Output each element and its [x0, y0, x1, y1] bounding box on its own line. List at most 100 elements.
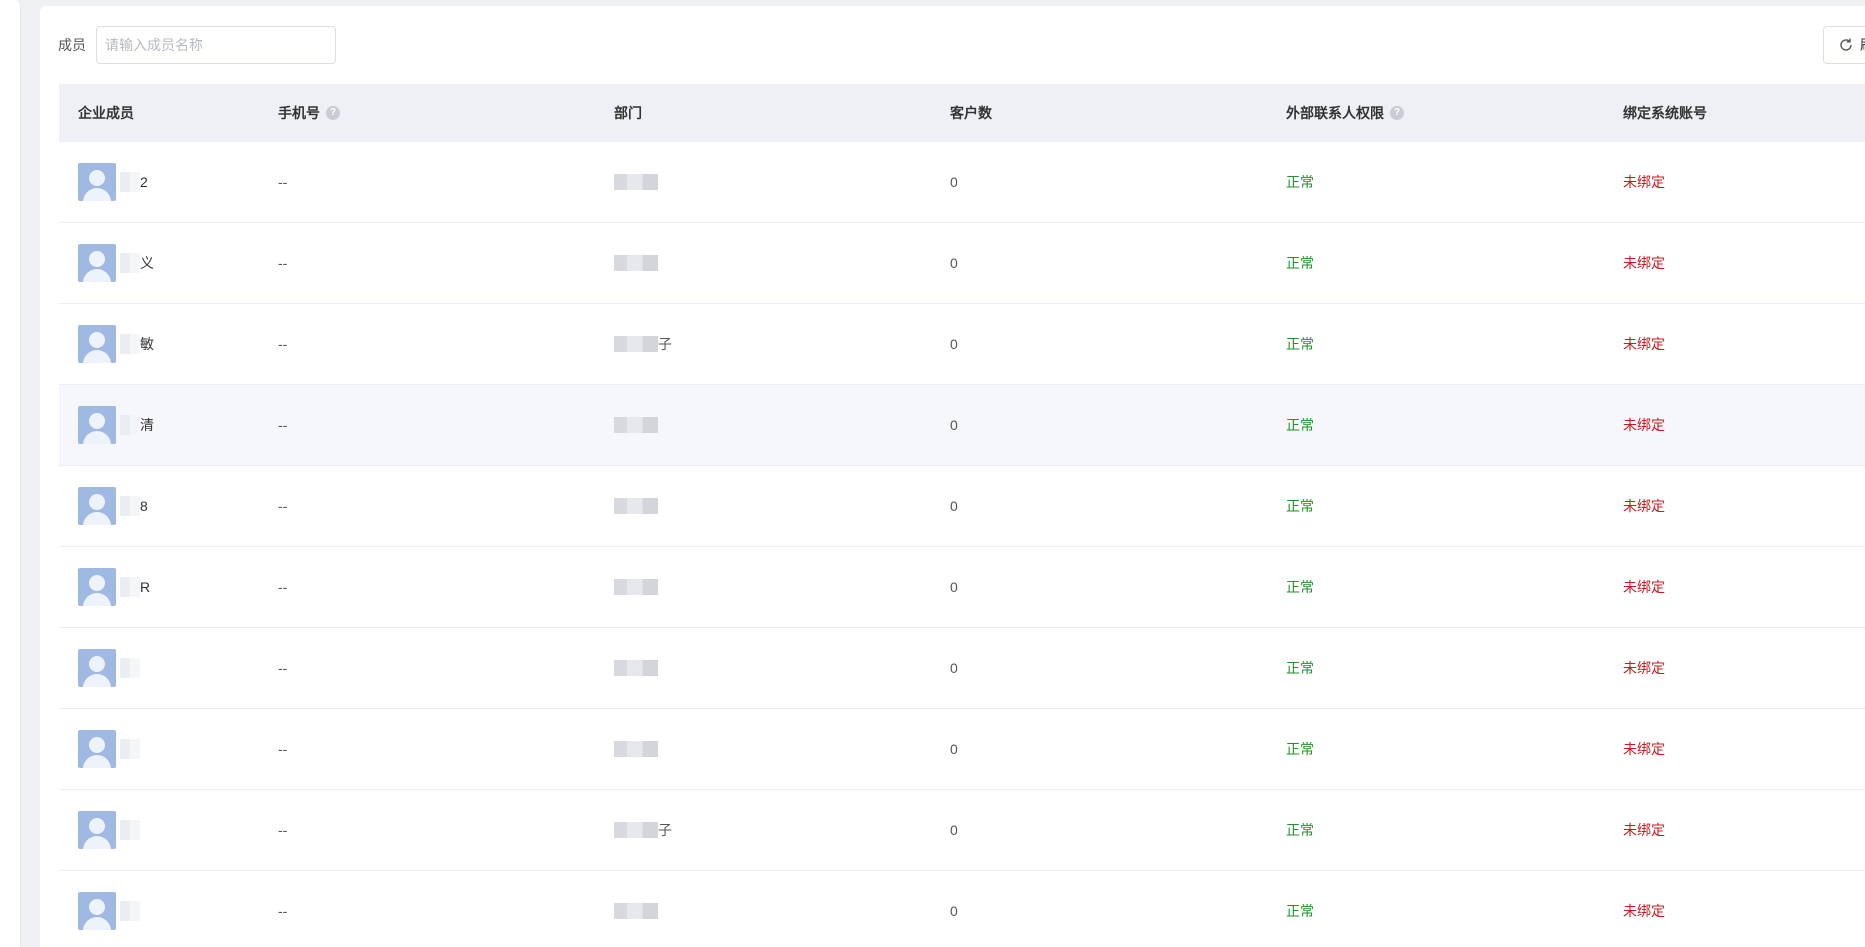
table-row[interactable]: 8 -- 0 正常 未绑定 [59, 466, 1865, 547]
department-cell [595, 415, 931, 435]
customer-count-cell: 0 [950, 174, 958, 190]
phone-cell: -- [278, 660, 288, 676]
table-row[interactable]: -- 0 正常 未绑定 [59, 709, 1865, 790]
member-cell: 清 [59, 406, 259, 444]
member-name [120, 739, 156, 759]
side-panel-edge [0, 0, 21, 947]
help-icon[interactable]: ? [326, 106, 340, 120]
member-name: 义 [120, 253, 156, 273]
customer-count-cell: 0 [950, 822, 958, 838]
avatar [78, 325, 116, 363]
member-search-input[interactable] [96, 26, 336, 64]
permission-status: 正常 [1286, 498, 1314, 514]
avatar [78, 811, 116, 849]
member-name: 8 [120, 496, 156, 516]
member-name [120, 901, 156, 921]
refresh-button[interactable]: 刷 [1823, 26, 1865, 64]
member-list-panel: 成员 刷 企业成员 手机号 ? 部门 客户数 外部联系人权限 ? 绑定系统账号 [40, 6, 1865, 947]
table-body: 2 -- 0 正常 未绑定义 -- 0 正常 未绑定敏 -- 子 0 正常 未绑定清 -- 0 正常 未绑定 8 --… [59, 142, 1865, 947]
account-binding-status: 未绑定 [1623, 903, 1665, 919]
customer-count-cell: 0 [950, 660, 958, 676]
phone-cell: -- [278, 822, 288, 838]
account-binding-status: 未绑定 [1623, 498, 1665, 514]
account-binding-status: 未绑定 [1623, 579, 1665, 595]
member-name: 2 [120, 172, 156, 192]
phone-cell: -- [278, 579, 288, 595]
member-cell: 2 [59, 163, 259, 201]
avatar [78, 649, 116, 687]
department-cell [595, 739, 931, 759]
account-binding-status: 未绑定 [1623, 822, 1665, 838]
phone-cell: -- [278, 255, 288, 271]
avatar [78, 568, 116, 606]
customer-count-cell: 0 [950, 417, 958, 433]
phone-cell: -- [278, 336, 288, 352]
avatar [78, 487, 116, 525]
account-binding-status: 未绑定 [1623, 660, 1665, 676]
department-cell [595, 496, 931, 516]
table-row[interactable]: 敏 -- 子 0 正常 未绑定 [59, 304, 1865, 385]
refresh-label: 刷 [1860, 35, 1865, 55]
customer-count-cell: 0 [950, 336, 958, 352]
refresh-icon [1838, 37, 1854, 53]
table-row[interactable]: -- 0 正常 未绑定 [59, 871, 1865, 947]
department-cell [595, 577, 931, 597]
member-cell [59, 730, 259, 768]
avatar [78, 163, 116, 201]
member-cell [59, 811, 259, 849]
column-header-bound-account: 绑定系统账号 [1623, 105, 1707, 121]
customer-count-cell: 0 [950, 903, 958, 919]
customer-count-cell: 0 [950, 741, 958, 757]
table-row[interactable]: 义 -- 0 正常 未绑定 [59, 223, 1865, 304]
table-row[interactable]: 2 -- 0 正常 未绑定 [59, 142, 1865, 223]
account-binding-status: 未绑定 [1623, 174, 1665, 190]
member-name [120, 820, 156, 840]
member-name: 敏 [120, 334, 156, 354]
filter-bar: 成员 [58, 26, 336, 64]
phone-cell: -- [278, 498, 288, 514]
permission-status: 正常 [1286, 660, 1314, 676]
table-row[interactable]: R -- 0 正常 未绑定 [59, 547, 1865, 628]
account-binding-status: 未绑定 [1623, 336, 1665, 352]
department-cell [595, 901, 931, 921]
phone-cell: -- [278, 417, 288, 433]
table-row[interactable]: -- 0 正常 未绑定 [59, 628, 1865, 709]
customer-count-cell: 0 [950, 498, 958, 514]
permission-status: 正常 [1286, 579, 1314, 595]
permission-status: 正常 [1286, 903, 1314, 919]
phone-cell: -- [278, 741, 288, 757]
permission-status: 正常 [1286, 336, 1314, 352]
permission-status: 正常 [1286, 741, 1314, 757]
column-header-external-permission: 外部联系人权限 ? [1267, 103, 1604, 123]
member-cell: 敏 [59, 325, 259, 363]
member-cell: 8 [59, 487, 259, 525]
avatar [78, 406, 116, 444]
department-cell [595, 253, 931, 273]
phone-cell: -- [278, 174, 288, 190]
member-cell [59, 649, 259, 687]
customer-count-cell: 0 [950, 579, 958, 595]
member-table: 企业成员 手机号 ? 部门 客户数 外部联系人权限 ? 绑定系统账号 2 -- 0 正… [59, 84, 1865, 947]
account-binding-status: 未绑定 [1623, 417, 1665, 433]
permission-status: 正常 [1286, 174, 1314, 190]
account-binding-status: 未绑定 [1623, 255, 1665, 271]
member-name [120, 658, 156, 678]
member-cell [59, 892, 259, 930]
phone-cell: -- [278, 903, 288, 919]
member-filter-label: 成员 [58, 37, 86, 53]
member-cell: 义 [59, 244, 259, 282]
member-name: R [120, 577, 156, 597]
help-icon[interactable]: ? [1390, 106, 1404, 120]
department-cell [595, 658, 931, 678]
permission-status: 正常 [1286, 255, 1314, 271]
member-cell: R [59, 568, 259, 606]
table-row[interactable]: -- 子 0 正常 未绑定 [59, 790, 1865, 871]
avatar [78, 730, 116, 768]
department-cell [595, 172, 931, 192]
column-header-phone: 手机号 ? [259, 103, 595, 123]
table-header: 企业成员 手机号 ? 部门 客户数 外部联系人权限 ? 绑定系统账号 [59, 84, 1865, 142]
avatar [78, 892, 116, 930]
table-row[interactable]: 清 -- 0 正常 未绑定 [59, 385, 1865, 466]
department-cell: 子 [595, 820, 931, 840]
permission-status: 正常 [1286, 417, 1314, 433]
